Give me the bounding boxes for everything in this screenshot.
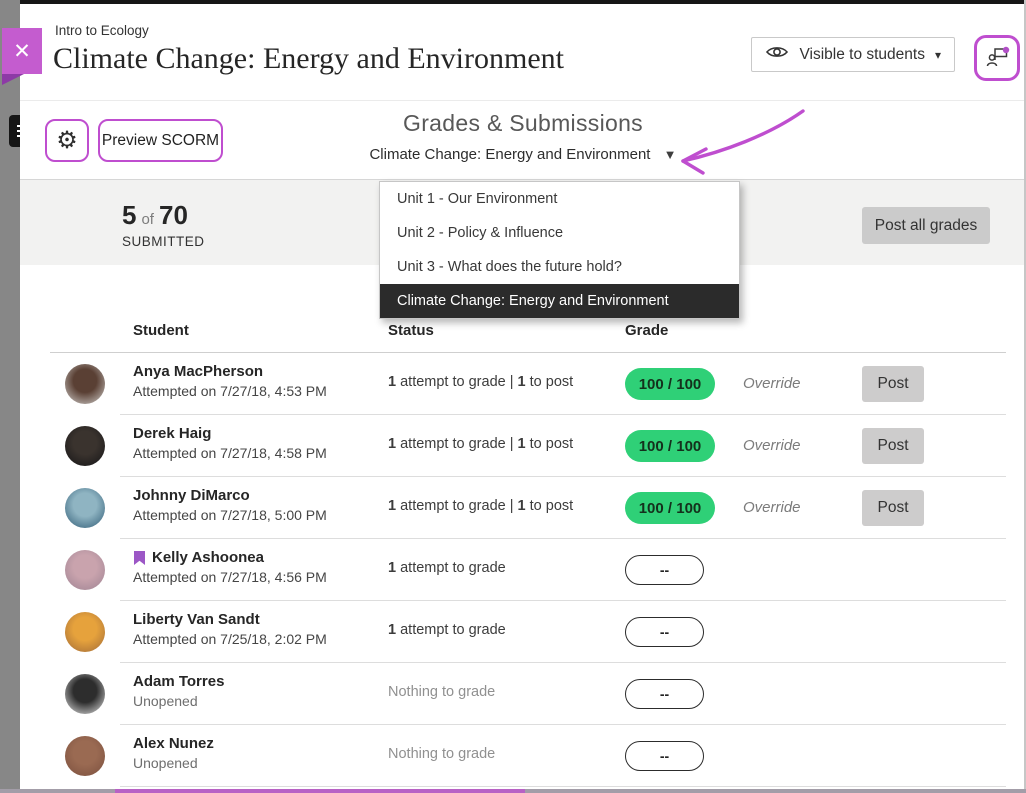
visibility-dropdown-button[interactable]: Visible to students ▾	[751, 37, 955, 72]
page-title: Climate Change: Energy and Environment	[53, 42, 564, 76]
eye-icon	[765, 44, 789, 65]
student-name[interactable]: Kelly Ashoonea	[133, 549, 327, 566]
grade-pill[interactable]: 100 / 100	[625, 492, 715, 524]
table-row[interactable]: Liberty Van Sandt Attempted on 7/25/18, 2…	[20, 601, 1026, 663]
dropdown-item[interactable]: Unit 3 - What does the future hold?	[380, 250, 739, 284]
submitted-count: 5	[122, 200, 136, 230]
selector-label: Climate Change: Energy and Environment	[369, 146, 650, 163]
avatar	[65, 488, 105, 528]
table-row[interactable]: Adam Torres Unopened Nothing to grade --	[20, 663, 1026, 725]
student-name[interactable]: Adam Torres	[133, 673, 224, 690]
visibility-label: Visible to students	[799, 46, 925, 64]
annotation-bottom-line	[115, 789, 525, 793]
post-all-grades-button[interactable]: Post all grades	[862, 207, 990, 244]
row-status: 1 attempt to grade | 1 to post	[388, 498, 573, 514]
grade-pill-empty[interactable]: --	[625, 679, 704, 709]
avatar	[65, 674, 105, 714]
column-header-grade: Grade	[625, 322, 668, 339]
caret-down-icon: ▾	[935, 48, 941, 62]
attempt-info: Unopened	[133, 693, 224, 709]
student-cell: Kelly Ashoonea Attempted on 7/27/18, 4:56…	[133, 549, 327, 585]
total-count: 70	[159, 200, 188, 230]
column-header-student: Student	[133, 322, 189, 339]
grade-pill-empty[interactable]: --	[625, 555, 704, 585]
dropdown-item[interactable]: Climate Change: Energy and Environment	[380, 284, 739, 318]
row-status: 1 attempt to grade | 1 to post	[388, 374, 573, 390]
student-cell: Adam Torres Unopened	[133, 673, 224, 709]
override-label: Override	[743, 437, 801, 454]
attempt-info: Unopened	[133, 755, 214, 771]
avatar	[65, 550, 105, 590]
student-cell: Anya MacPherson Attempted on 7/27/18, 4:5…	[133, 363, 327, 399]
course-name: Intro to Ecology	[55, 23, 149, 38]
avatar	[65, 364, 105, 404]
row-status: 1 attempt to grade	[388, 622, 506, 638]
grade-pill-empty[interactable]: --	[625, 741, 704, 771]
person-flag-icon	[983, 43, 1011, 74]
caret-down-icon: ▼	[664, 147, 677, 162]
grades-submissions-heading: Grades & Submissions	[20, 110, 1026, 137]
column-header-status: Status	[388, 322, 434, 339]
student-cell: Liberty Van Sandt Attempted on 7/25/18, 2…	[133, 611, 327, 647]
attempt-info: Attempted on 7/25/18, 2:02 PM	[133, 631, 327, 647]
student-cell: Alex Nunez Unopened	[133, 735, 214, 771]
post-button[interactable]: Post	[862, 366, 924, 402]
table-row[interactable]: Kelly Ashoonea Attempted on 7/27/18, 4:56…	[20, 539, 1026, 601]
student-name[interactable]: Alex Nunez	[133, 735, 214, 752]
attempt-info: Attempted on 7/27/18, 4:53 PM	[133, 383, 327, 399]
grade-pill[interactable]: 100 / 100	[625, 368, 715, 400]
table-row[interactable]: Alex Nunez Unopened Nothing to grade --	[20, 725, 1026, 787]
close-panel-button[interactable]: ✕	[2, 28, 42, 74]
override-label: Override	[743, 499, 801, 516]
post-button[interactable]: Post	[862, 428, 924, 464]
grade-pill[interactable]: 100 / 100	[625, 430, 715, 462]
class-conversation-button[interactable]	[974, 35, 1020, 81]
dropdown-item[interactable]: Unit 2 - Policy & Influence	[380, 216, 739, 250]
of-label: of	[136, 211, 159, 228]
student-name[interactable]: Johnny DiMarco	[133, 487, 327, 504]
grades-table: Student Status Grade Anya MacPherson Atte…	[20, 265, 1026, 789]
row-status: 1 attempt to grade | 1 to post	[388, 436, 573, 452]
avatar	[65, 426, 105, 466]
row-status: 1 attempt to grade	[388, 560, 506, 576]
table-row[interactable]: Derek Haig Attempted on 7/27/18, 4:58 PM 1…	[20, 415, 1026, 477]
dropdown-item[interactable]: Unit 1 - Our Environment	[380, 182, 739, 216]
student-cell: Johnny DiMarco Attempted on 7/27/18, 5:00…	[133, 487, 327, 523]
student-name[interactable]: Anya MacPherson	[133, 363, 327, 380]
attempt-info: Attempted on 7/27/18, 5:00 PM	[133, 507, 327, 523]
content-selector-dropdown[interactable]: Climate Change: Energy and Environment ▼	[20, 146, 1026, 163]
table-row[interactable]: Anya MacPherson Attempted on 7/27/18, 4:5…	[20, 353, 1026, 415]
student-name[interactable]: Liberty Van Sandt	[133, 611, 327, 628]
page-header: Intro to Ecology Climate Change: Energy …	[20, 4, 1026, 101]
close-button-fold	[2, 74, 24, 85]
student-rows: Anya MacPherson Attempted on 7/27/18, 4:5…	[20, 353, 1026, 787]
table-row[interactable]: Johnny DiMarco Attempted on 7/27/18, 5:00…	[20, 477, 1026, 539]
app-window: ✕ Intro to Ecology Climate Change: Energ…	[0, 0, 1026, 793]
row-status: Nothing to grade	[388, 684, 495, 700]
attempt-info: Attempted on 7/27/18, 4:56 PM	[133, 569, 327, 585]
flag-icon	[133, 550, 146, 566]
submitted-label: SUBMITTED	[122, 234, 205, 249]
close-icon: ✕	[13, 41, 31, 62]
avatar	[65, 736, 105, 776]
avatar	[65, 612, 105, 652]
unit-dropdown: Unit 1 - Our EnvironmentUnit 2 - Policy …	[379, 181, 740, 319]
row-status: Nothing to grade	[388, 746, 495, 762]
student-cell: Derek Haig Attempted on 7/27/18, 4:58 PM	[133, 425, 327, 461]
submitted-counter: 5of70 SUBMITTED	[122, 200, 205, 249]
post-button[interactable]: Post	[862, 490, 924, 526]
grades-toolbar: ⚙ Preview SCORM Grades & Submissions Cli…	[20, 101, 1026, 180]
override-label: Override	[743, 375, 801, 392]
grade-pill-empty[interactable]: --	[625, 617, 704, 647]
attempt-info: Attempted on 7/27/18, 4:58 PM	[133, 445, 327, 461]
student-name[interactable]: Derek Haig	[133, 425, 327, 442]
